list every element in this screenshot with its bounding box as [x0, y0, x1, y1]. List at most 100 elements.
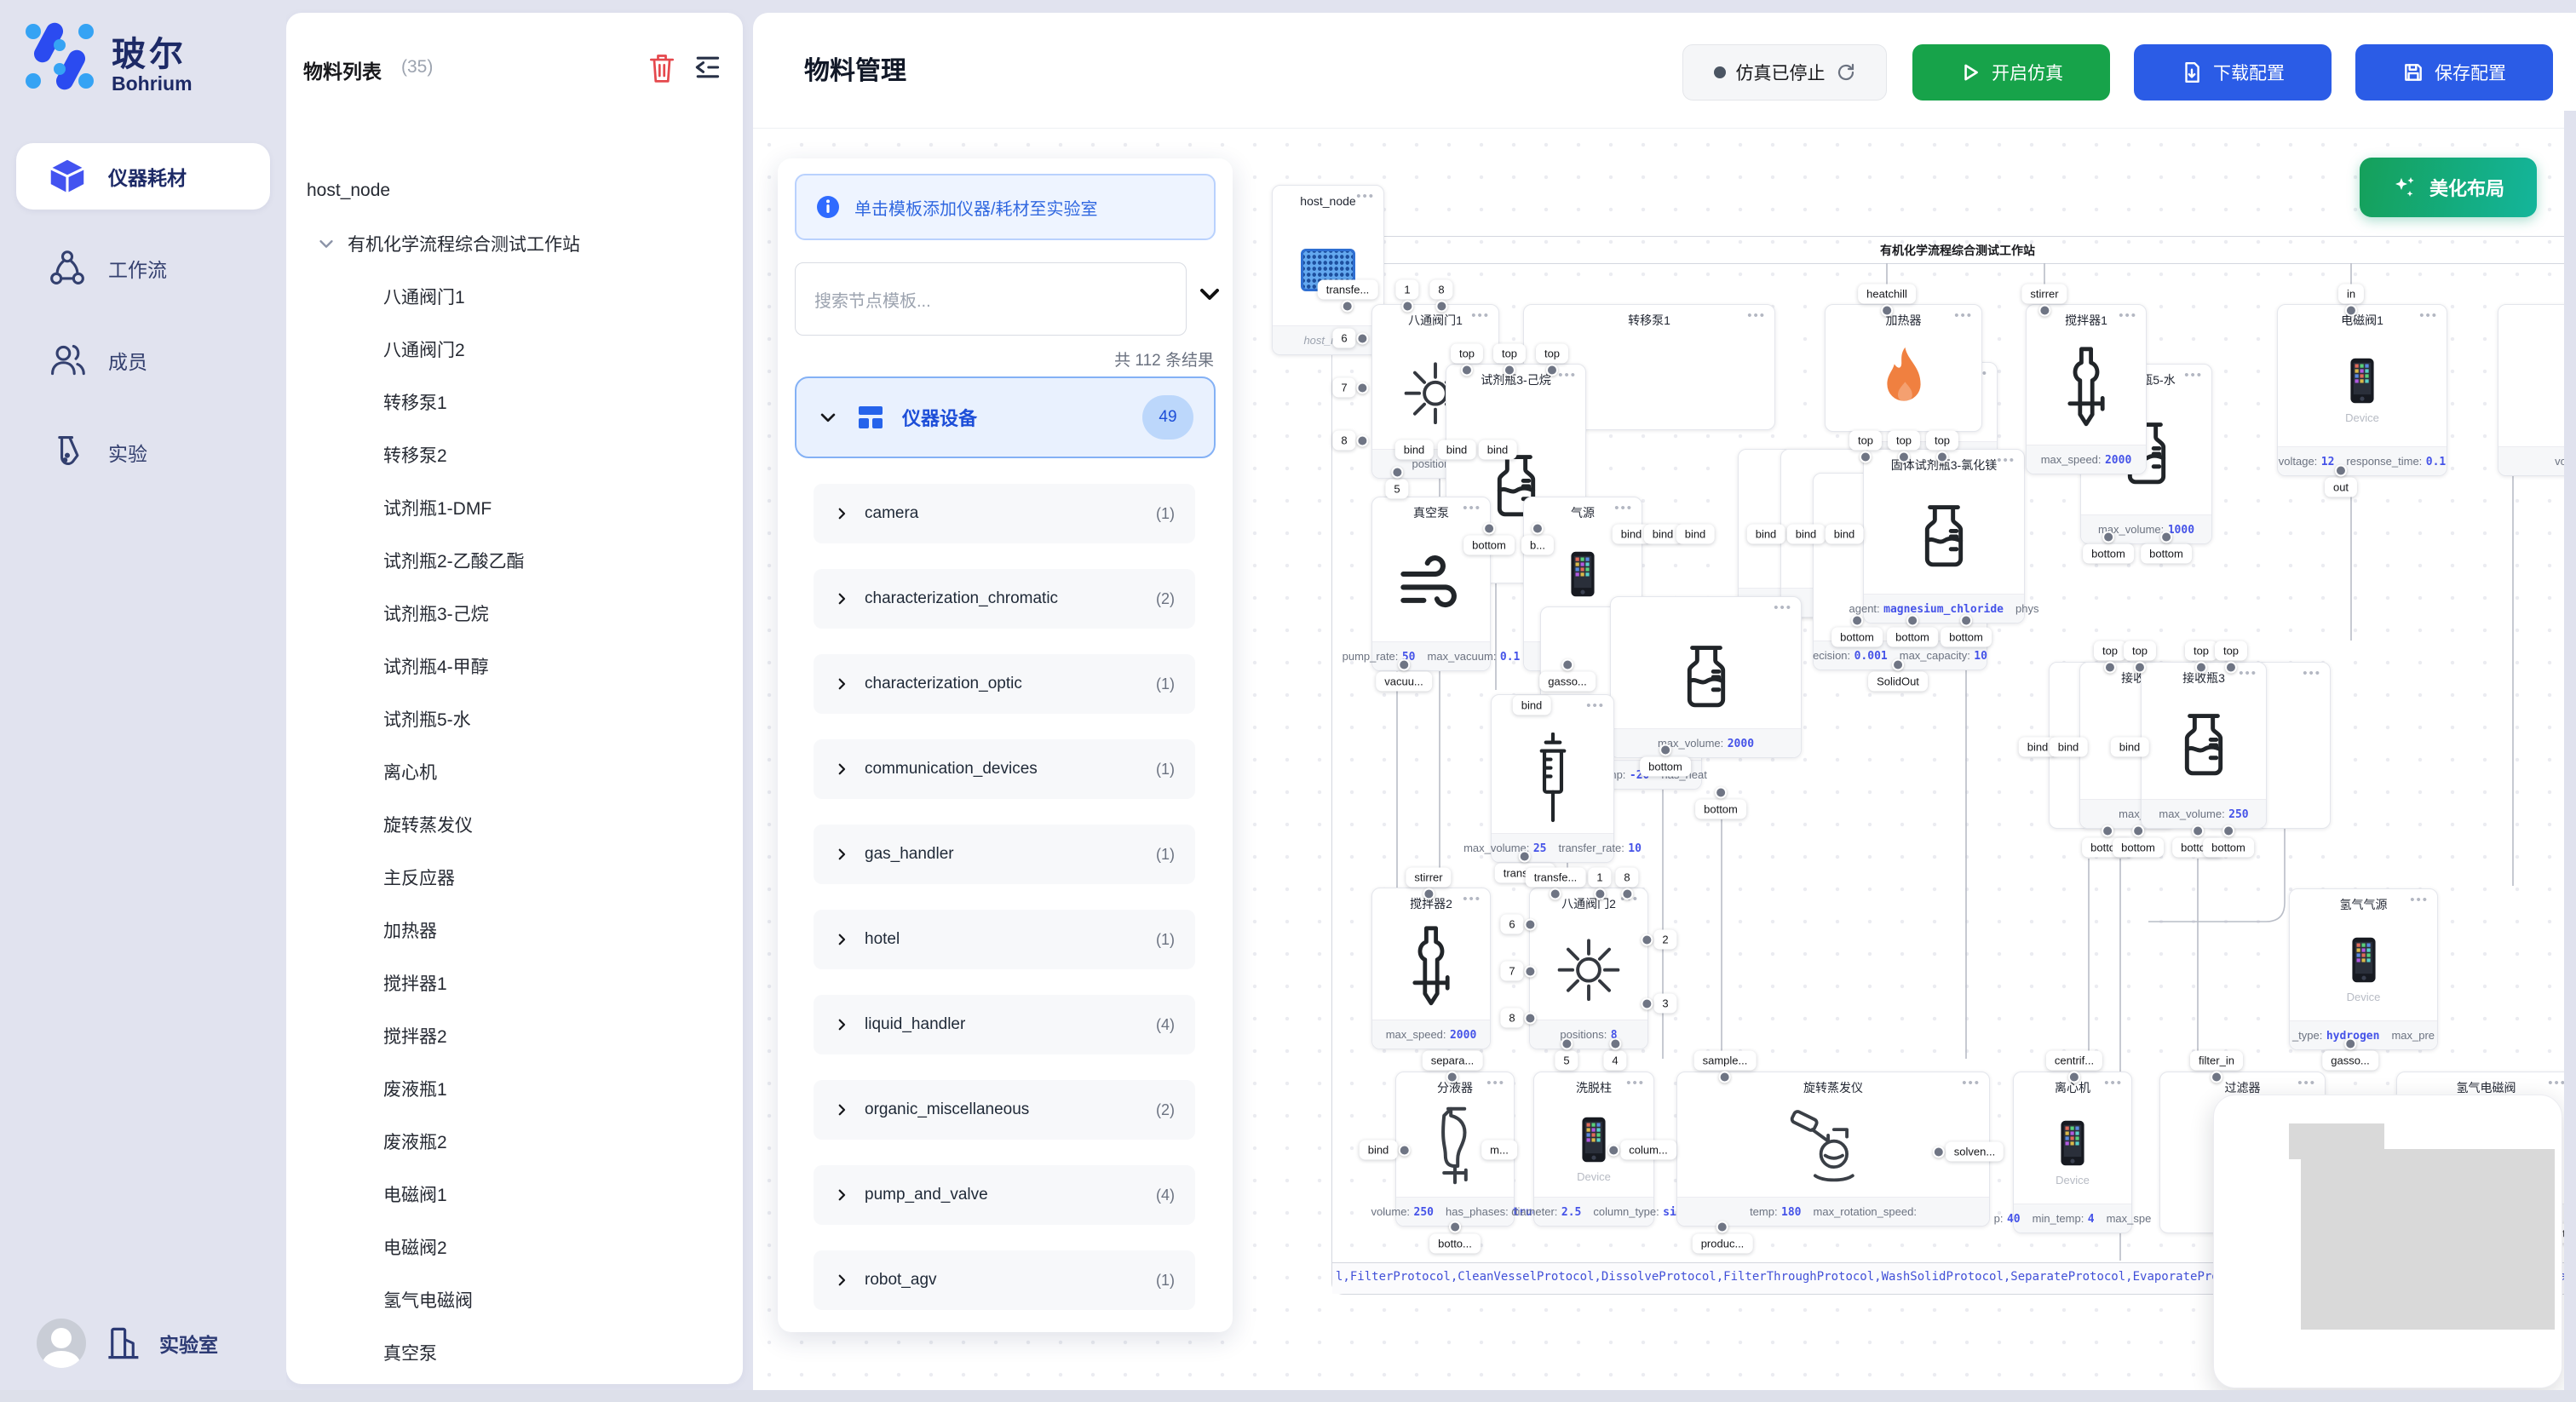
port-handle-icon[interactable]	[1906, 615, 1918, 627]
port-bottom[interactable]: bottom	[1695, 800, 1746, 819]
port-3[interactable]: 3	[1653, 994, 1676, 1014]
port-bind[interactable]: bind	[1395, 440, 1434, 460]
flow-node-centrifuge[interactable]: 离心机•••Devicep: 40min_temp: 4max_spe	[2013, 1072, 2132, 1233]
port-handle-icon[interactable]	[2192, 825, 2204, 837]
port-top[interactable]: top	[1536, 344, 1568, 364]
tree-item[interactable]: 八通阀门1	[286, 270, 738, 323]
port-handle-icon[interactable]	[2134, 662, 2146, 674]
node-menu-icon[interactable]: •••	[1954, 308, 1973, 323]
port-handle-icon[interactable]	[1561, 659, 1573, 671]
port-4[interactable]: 4	[1603, 1051, 1626, 1071]
port-handle-icon[interactable]	[1449, 1221, 1461, 1233]
flow-node-recv3[interactable]: 接收瓶3•••max_volume: 250	[2141, 662, 2267, 829]
port-top[interactable]: top	[1493, 344, 1526, 364]
template-row-gas_handler[interactable]: gas_handler(1)	[814, 825, 1195, 884]
port-top[interactable]: top	[1888, 431, 1920, 451]
node-menu-icon[interactable]: •••	[1356, 189, 1375, 204]
port-bottom[interactable]: bottom	[2083, 544, 2134, 564]
port-handle-icon[interactable]	[1960, 615, 1972, 627]
template-row-characterization_optic[interactable]: characterization_optic(1)	[814, 654, 1195, 714]
port-handle-icon[interactable]	[2344, 1038, 2356, 1050]
user-avatar[interactable]	[37, 1319, 86, 1368]
template-row-pump_and_valve[interactable]: pump_and_valve(4)	[814, 1165, 1195, 1225]
port-handle-icon[interactable]	[2345, 305, 2357, 317]
tree-item[interactable]: 试剂瓶5-水	[286, 692, 738, 745]
port-handle-icon[interactable]	[1892, 659, 1904, 671]
port-filterin[interactable]: filter_in	[2190, 1051, 2243, 1071]
port-handle-icon[interactable]	[1641, 997, 1653, 1009]
node-menu-icon[interactable]: •••	[1614, 501, 1633, 515]
node-menu-icon[interactable]: •••	[2410, 893, 2429, 907]
port-handle-icon[interactable]	[1519, 851, 1531, 863]
port-bottom[interactable]: bottom	[1887, 628, 1938, 647]
port-handle-icon[interactable]	[2104, 662, 2116, 674]
tree-item[interactable]: 氢气电磁阀	[286, 1273, 738, 1326]
port-in[interactable]: in	[2338, 284, 2364, 304]
node-menu-icon[interactable]: •••	[2104, 1076, 2123, 1090]
node-menu-icon[interactable]: •••	[2119, 308, 2137, 323]
sidebar-item-workflow[interactable]: 工作流	[16, 235, 270, 302]
tree-item[interactable]: 电磁阀1	[286, 1168, 738, 1221]
port-separa[interactable]: separa...	[1423, 1051, 1483, 1071]
port-bind[interactable]: bind	[1438, 440, 1476, 460]
port-heatchill[interactable]: heatchill	[1858, 284, 1916, 304]
port-handle-icon[interactable]	[1715, 787, 1727, 799]
port-handle-icon[interactable]	[1525, 918, 1537, 930]
port-bottom[interactable]: bottom	[1941, 628, 1992, 647]
port-handle-icon[interactable]	[1398, 1144, 1410, 1156]
tree-item[interactable]: 搅拌器2	[286, 1009, 738, 1062]
port-handle-icon[interactable]	[1401, 301, 1413, 313]
port-top[interactable]: top	[1451, 344, 1483, 364]
port-handle-icon[interactable]	[1898, 451, 1910, 463]
port-handle-icon[interactable]	[1716, 1221, 1728, 1233]
node-menu-icon[interactable]: •••	[2419, 308, 2438, 323]
port-gasso[interactable]: gasso...	[2322, 1051, 2378, 1071]
download-config-button[interactable]: 下载配置	[2134, 44, 2332, 101]
sidebar-item-members[interactable]: 成员	[16, 327, 270, 394]
port-stirrer[interactable]: stirrer	[2021, 284, 2067, 304]
node-menu-icon[interactable]: •••	[2297, 1076, 2316, 1090]
tree-item[interactable]: 转移泵2	[286, 428, 738, 481]
port-bottom[interactable]: bottom	[1640, 757, 1691, 777]
node-menu-icon[interactable]: •••	[2184, 368, 2203, 382]
port-1[interactable]: 1	[1588, 868, 1611, 888]
vertical-scrollbar[interactable]	[2564, 111, 2576, 1390]
tree-item[interactable]: 试剂瓶4-甲醇	[286, 640, 738, 692]
tree-item[interactable]: 废液瓶2	[286, 1115, 738, 1168]
port-handle-icon[interactable]	[2038, 305, 2050, 317]
node-menu-icon[interactable]: •••	[1558, 368, 1577, 382]
tree-item[interactable]: 旋转蒸发仪	[286, 798, 738, 851]
search-input[interactable]: 搜索节点模板...	[795, 262, 1187, 336]
port-bind[interactable]: bind	[1826, 525, 1864, 544]
port-bind[interactable]: bind	[2050, 738, 2088, 757]
port-8[interactable]: 8	[1500, 1008, 1523, 1028]
tree-item[interactable]: 离心机	[286, 745, 738, 798]
port-top[interactable]: top	[1926, 431, 1958, 451]
port-handle-icon[interactable]	[1391, 467, 1403, 479]
port-handle-icon[interactable]	[2225, 662, 2237, 674]
tree-item[interactable]: 电磁阀2	[286, 1221, 738, 1273]
tree-item[interactable]: 真空泵	[286, 1326, 738, 1376]
port-handle-icon[interactable]	[1936, 451, 1948, 463]
node-menu-icon[interactable]: •••	[1463, 892, 1481, 906]
port-handle-icon[interactable]	[2068, 1072, 2080, 1083]
port-handle-icon[interactable]	[1446, 1072, 1458, 1083]
port-handle-icon[interactable]	[2195, 662, 2207, 674]
flow-node-stirrer1[interactable]: 搅拌器1•••max_speed: 2000	[2026, 304, 2147, 474]
chevron-down-icon[interactable]	[1195, 279, 1224, 308]
port-7[interactable]: 7	[1332, 378, 1355, 398]
collapse-panel-icon[interactable]	[692, 52, 722, 83]
flow-node-sol_valve1[interactable]: 电磁阀1•••Devicevoltage: 12response_time: 0…	[2277, 304, 2447, 476]
port-stirrer[interactable]: stirrer	[1406, 868, 1451, 888]
port-7[interactable]: 7	[1500, 962, 1523, 981]
lab-label[interactable]: 实验室	[159, 1329, 218, 1358]
sidebar-item-experiments[interactable]: 实验	[16, 419, 270, 486]
port-handle-icon[interactable]	[2211, 1072, 2222, 1083]
port-handle-icon[interactable]	[2102, 531, 2114, 543]
flow-node-stirrer2[interactable]: 搅拌器2•••max_speed: 2000	[1371, 888, 1491, 1049]
tree-item[interactable]: 加热器	[286, 904, 738, 957]
port-top[interactable]: top	[2185, 641, 2217, 661]
port-handle-icon[interactable]	[1594, 888, 1606, 900]
port-2[interactable]: 2	[1653, 930, 1676, 950]
template-row-camera[interactable]: camera(1)	[814, 484, 1195, 543]
